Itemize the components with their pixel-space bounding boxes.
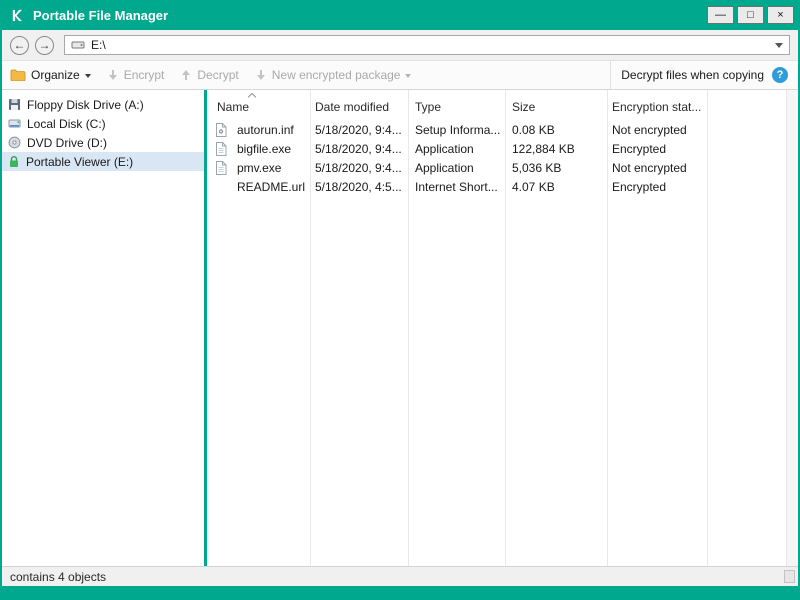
address-dropdown-icon[interactable] bbox=[775, 42, 783, 48]
help-icon[interactable]: ? bbox=[772, 67, 788, 83]
file-size: 5,036 KB bbox=[512, 160, 562, 175]
column-header-size[interactable]: Size bbox=[512, 100, 535, 114]
arrow-down-icon bbox=[255, 69, 267, 81]
file-row-pmv[interactable]: pmv.exe 5/18/2020, 9:4... Application 5,… bbox=[207, 158, 786, 177]
resize-grip[interactable] bbox=[784, 570, 795, 583]
arrow-up-icon bbox=[180, 69, 192, 81]
toolbar-left: Organize Encrypt Decrypt New encrypted p… bbox=[2, 61, 610, 89]
file-date: 5/18/2020, 4:5... bbox=[315, 179, 402, 194]
hard-disk-icon bbox=[8, 117, 21, 130]
file-type: Setup Informa... bbox=[415, 122, 501, 137]
sort-ascending-icon bbox=[247, 92, 257, 102]
main-content: Floppy Disk Drive (A:) Local Disk (C:) D… bbox=[2, 90, 798, 566]
drive-list-sidebar: Floppy Disk Drive (A:) Local Disk (C:) D… bbox=[2, 90, 204, 566]
window-border-bottom bbox=[0, 586, 800, 600]
close-button[interactable]: × bbox=[767, 6, 794, 24]
new-package-dropdown-icon bbox=[405, 73, 412, 78]
toolbar: Organize Encrypt Decrypt New encrypted p… bbox=[2, 61, 798, 90]
toolbar-right: Decrypt files when copying ? bbox=[610, 61, 798, 89]
status-bar: contains 4 objects bbox=[2, 566, 798, 586]
window-title: Portable File Manager bbox=[33, 7, 169, 23]
setup-file-icon bbox=[215, 122, 227, 137]
minimize-button[interactable]: — bbox=[707, 6, 734, 24]
file-date: 5/18/2020, 9:4... bbox=[315, 160, 402, 175]
organize-button[interactable]: Organize bbox=[10, 68, 91, 82]
application-file-icon bbox=[215, 160, 227, 175]
drive-icon bbox=[71, 40, 85, 50]
sidebar-item-local-disk[interactable]: Local Disk (C:) bbox=[2, 114, 204, 133]
lock-icon bbox=[8, 155, 20, 168]
decrypt-when-copying-label: Decrypt files when copying bbox=[621, 68, 764, 82]
decrypt-label: Decrypt bbox=[197, 68, 239, 82]
file-type: Application bbox=[415, 141, 474, 156]
navigation-bar: ← → E:\ bbox=[2, 30, 798, 61]
file-type: Application bbox=[415, 160, 474, 175]
organize-dropdown-icon bbox=[84, 73, 91, 78]
arrow-down-icon bbox=[107, 69, 119, 81]
sidebar-item-portable-viewer[interactable]: Portable Viewer (E:) bbox=[2, 152, 204, 171]
file-row-readme[interactable]: README.url 5/18/2020, 4:5... Internet Sh… bbox=[207, 177, 786, 196]
vertical-scrollbar[interactable] bbox=[786, 90, 798, 566]
forward-button[interactable]: → bbox=[35, 35, 54, 55]
address-bar[interactable]: E:\ bbox=[64, 35, 790, 55]
back-button[interactable]: ← bbox=[10, 35, 29, 55]
encrypt-button[interactable]: Encrypt bbox=[107, 68, 165, 82]
sidebar-item-floppy-drive[interactable]: Floppy Disk Drive (A:) bbox=[2, 95, 204, 114]
column-header-type[interactable]: Type bbox=[415, 100, 441, 114]
maximize-button[interactable]: □ bbox=[737, 6, 764, 24]
file-rows: autorun.inf 5/18/2020, 9:4... Setup Info… bbox=[207, 120, 786, 196]
status-text: contains 4 objects bbox=[10, 569, 107, 584]
file-list: Name Date modified Type Size Encryption … bbox=[207, 90, 786, 566]
organize-label: Organize bbox=[31, 68, 80, 82]
address-text: E:\ bbox=[91, 38, 106, 52]
file-name: bigfile.exe bbox=[237, 141, 292, 156]
file-name: autorun.inf bbox=[237, 122, 294, 137]
dvd-icon bbox=[8, 136, 21, 149]
application-file-icon bbox=[215, 141, 227, 156]
column-header-name[interactable]: Name bbox=[217, 100, 249, 114]
titlebar: Portable File Manager — □ × bbox=[0, 0, 800, 30]
file-name: pmv.exe bbox=[237, 160, 282, 175]
sidebar-item-dvd-drive[interactable]: DVD Drive (D:) bbox=[2, 133, 204, 152]
column-header-date-modified[interactable]: Date modified bbox=[315, 100, 389, 114]
floppy-icon bbox=[8, 98, 21, 111]
file-encryption-status: Not encrypted bbox=[612, 160, 687, 175]
new-encrypted-package-button[interactable]: New encrypted package bbox=[255, 68, 412, 82]
file-size: 4.07 KB bbox=[512, 179, 555, 194]
window-border-left bbox=[0, 30, 2, 600]
file-date: 5/18/2020, 9:4... bbox=[315, 122, 402, 137]
file-date: 5/18/2020, 9:4... bbox=[315, 141, 402, 156]
window-controls: — □ × bbox=[707, 6, 794, 24]
column-header-encryption-status[interactable]: Encryption stat... bbox=[612, 100, 701, 114]
file-row-bigfile[interactable]: bigfile.exe 5/18/2020, 9:4... Applicatio… bbox=[207, 139, 786, 158]
file-encryption-status: Not encrypted bbox=[612, 122, 687, 137]
file-encryption-status: Encrypted bbox=[612, 141, 667, 156]
new-encrypted-package-label: New encrypted package bbox=[271, 68, 401, 82]
file-encryption-status: Encrypted bbox=[612, 179, 667, 194]
file-size: 0.08 KB bbox=[512, 122, 555, 137]
sidebar-item-label: Floppy Disk Drive (A:) bbox=[27, 97, 144, 112]
file-type: Internet Short... bbox=[415, 179, 498, 194]
file-name: README.url bbox=[237, 179, 306, 194]
sidebar-item-label: Local Disk (C:) bbox=[27, 116, 106, 131]
file-row-autorun[interactable]: autorun.inf 5/18/2020, 9:4... Setup Info… bbox=[207, 120, 786, 139]
file-size: 122,884 KB bbox=[512, 141, 575, 156]
sidebar-item-label: Portable Viewer (E:) bbox=[26, 154, 134, 169]
encrypt-label: Encrypt bbox=[123, 68, 165, 82]
folder-icon bbox=[10, 69, 26, 81]
portable-file-manager-window: Portable File Manager — □ × ← → E:\ Orga… bbox=[0, 0, 800, 600]
decrypt-button[interactable]: Decrypt bbox=[180, 68, 239, 82]
sidebar-item-label: DVD Drive (D:) bbox=[27, 135, 107, 150]
kaspersky-logo-icon bbox=[10, 8, 25, 23]
